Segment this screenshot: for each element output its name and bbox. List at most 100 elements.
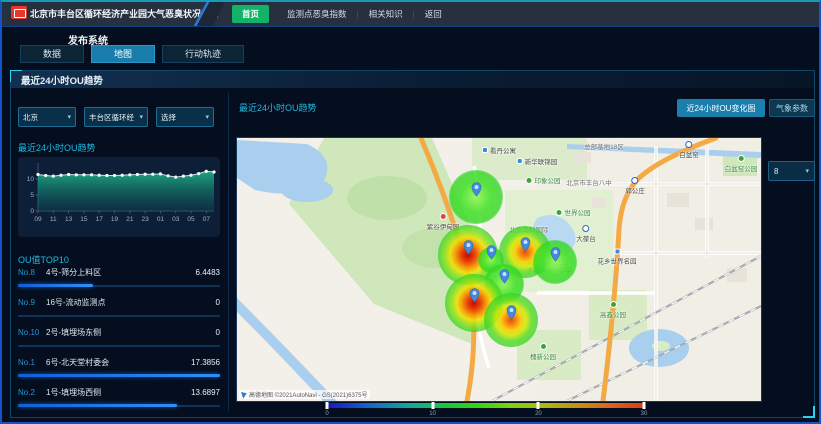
map-marker-pin-icon[interactable]: [486, 245, 497, 260]
amap-logo-icon: [241, 390, 248, 398]
ou-trend-chart-svg: 0510091113151719212301030507: [18, 157, 220, 235]
ou-value: 6.4483: [196, 268, 220, 277]
city-select[interactable]: 北京▾: [18, 107, 76, 127]
svg-text:05: 05: [187, 216, 195, 223]
tab-data[interactable]: 数据: [20, 45, 84, 63]
tab-map[interactable]: 地图: [91, 45, 155, 63]
nav-item-back[interactable]: 返回: [415, 8, 452, 20]
map-poi-text: 高鑫公园: [600, 309, 626, 319]
ou-trend-chart: 0510091113151719212301030507: [18, 157, 220, 237]
top-list-row: No.916号-流动监测点 0: [18, 297, 220, 317]
svg-text:11: 11: [50, 216, 57, 223]
panel-title: 最近24小时OU趋势: [21, 76, 103, 87]
poi-park-icon: [540, 343, 547, 350]
park-select[interactable]: 丰台区循环经济产 ▾: [84, 107, 148, 127]
map-poi-text: 世界公园: [565, 207, 591, 217]
map-attribution: 高德地图 ©2021AutoNavi - GS(2021)6375号: [239, 390, 370, 399]
chevron-down-icon: ▾: [805, 167, 809, 175]
park-select-value: 丰台区循环经济产: [89, 112, 134, 123]
map-poi-label: 看丹公寓: [482, 145, 516, 155]
map-poi-text: 大葆台: [576, 233, 596, 243]
app-logo-icon: [11, 6, 27, 19]
map-poi-text: 总部基地18区: [584, 141, 624, 151]
map-poi-label: 高鑫公园: [600, 301, 626, 319]
poi-blue-icon: [517, 158, 523, 164]
svg-text:15: 15: [80, 216, 88, 223]
panel-divider: [228, 93, 229, 411]
chart-subtitle: 最近24小时OU趋势: [18, 141, 96, 154]
rank-label: No.9: [18, 298, 46, 307]
map-poi-text: 新华联锦园: [525, 156, 558, 166]
value-bar-fill: [18, 404, 177, 407]
page-title: 北京市丰台区循环经济产业园大气恶臭状况实时: [30, 2, 219, 26]
map-marker-pin-icon[interactable]: [520, 237, 531, 252]
nav-item-knowledge[interactable]: 相关知识: [359, 8, 413, 20]
map-marker-pin-icon[interactable]: [550, 247, 561, 262]
nav-item-home[interactable]: 首页: [232, 5, 269, 23]
map-canvas[interactable]: 总部基地18区看丹公寓新华联锦园印象公园北京市丰台八中世界公园郭公庄白盆窑白盆窑…: [236, 137, 762, 402]
top-list-row: No.21号-填埋场西侧13.6897: [18, 387, 220, 407]
svg-text:13: 13: [65, 216, 73, 223]
point-name: 4号-筛分上料区: [46, 267, 192, 278]
hour-select[interactable]: 8 ▾: [768, 161, 815, 181]
point-select[interactable]: 选择 ▾: [156, 107, 214, 127]
poi-blue-icon: [614, 249, 620, 255]
content-panel: 最近24小时OU趋势 北京▾丰台区循环经济产▾选择▾ 最近24小时OU趋势 05…: [10, 70, 815, 418]
value-bar-track: [18, 285, 220, 287]
map-marker-pin-icon[interactable]: [463, 240, 474, 255]
map-attribution-text: 高德地图 ©2021AutoNavi - GS(2021)6375号: [249, 390, 367, 399]
map-marker-pin-icon[interactable]: [506, 305, 517, 320]
top-list-row-text: No.21号-填埋场西侧13.6897: [18, 387, 220, 398]
svg-text:19: 19: [111, 216, 119, 223]
chevron-down-icon: ▾: [67, 113, 71, 121]
svg-text:07: 07: [203, 216, 211, 223]
map-subtitle: 最近24小时OU趋势: [239, 101, 317, 114]
chevron-down-icon: ▾: [139, 113, 143, 121]
poi-park-icon: [738, 155, 745, 162]
map-poi-text: 郭公庄: [625, 185, 645, 195]
ou-value: 17.3856: [191, 358, 220, 367]
value-bar-track: [18, 315, 220, 317]
main-nav: 首页监测点恶臭指数|相关知识|返回: [232, 2, 452, 26]
ou-change-map-button[interactable]: 近24小时OU变化图: [677, 99, 765, 117]
map-poi-text: 花乡世界名园: [598, 256, 637, 266]
ou-value: 13.6897: [191, 388, 220, 397]
poi-metro-icon: [632, 177, 639, 184]
weather-params-button[interactable]: 气象参数: [769, 99, 815, 117]
poi-metro-icon: [686, 141, 693, 148]
app-header: 北京市丰台区循环经济产业园大气恶臭状况实时 首页监测点恶臭指数|相关知识|返回: [2, 2, 819, 27]
svg-text:5: 5: [30, 192, 34, 199]
map-marker-pin-icon[interactable]: [471, 182, 482, 197]
heat-scale-bar: 0102030: [327, 403, 644, 417]
panel-corner-accent: [803, 406, 815, 418]
poi-park-icon: [556, 209, 563, 216]
rank-label: No.1: [18, 358, 46, 367]
nav-item-odor-index[interactable]: 监测点恶臭指数: [277, 8, 357, 20]
point-name: 16号-流动监测点: [46, 297, 212, 308]
filter-bar: 北京▾ 丰台区循环经济产 ▾ 选择 ▾: [18, 107, 214, 127]
map-marker-pin-icon[interactable]: [469, 288, 480, 303]
map-poi-label: 郭公庄: [625, 177, 645, 195]
svg-text:01: 01: [157, 216, 165, 223]
value-bar-track: [18, 345, 220, 347]
tab-track[interactable]: 行动轨迹: [162, 45, 244, 63]
value-bar-fill: [18, 374, 220, 377]
chevron-down-icon: ▾: [205, 113, 209, 121]
point-select-value: 选择: [161, 112, 176, 123]
scale-tick-marker: [431, 402, 434, 409]
ou-top-list: No.84号-筛分上料区6.4483No.916号-流动监测点0No.102号-…: [18, 267, 220, 417]
view-tabs: 数据地图行动轨迹: [20, 45, 244, 63]
ou-value: 0: [216, 298, 220, 307]
map-poi-label: 总部基地18区: [584, 141, 624, 151]
rank-label: No.10: [18, 328, 46, 337]
poi-metro-icon: [583, 225, 590, 232]
svg-text:10: 10: [27, 176, 35, 183]
point-name: 1号-填埋场西侧: [46, 387, 187, 398]
map-marker-pin-icon[interactable]: [499, 269, 510, 284]
poi-park-icon: [526, 177, 533, 184]
svg-text:0: 0: [30, 208, 34, 215]
poi-park-icon: [610, 301, 617, 308]
map-poi-label: 槐新公园: [530, 343, 556, 361]
poi-red-icon: [440, 213, 447, 220]
scale-tick-label: 0: [325, 411, 328, 417]
